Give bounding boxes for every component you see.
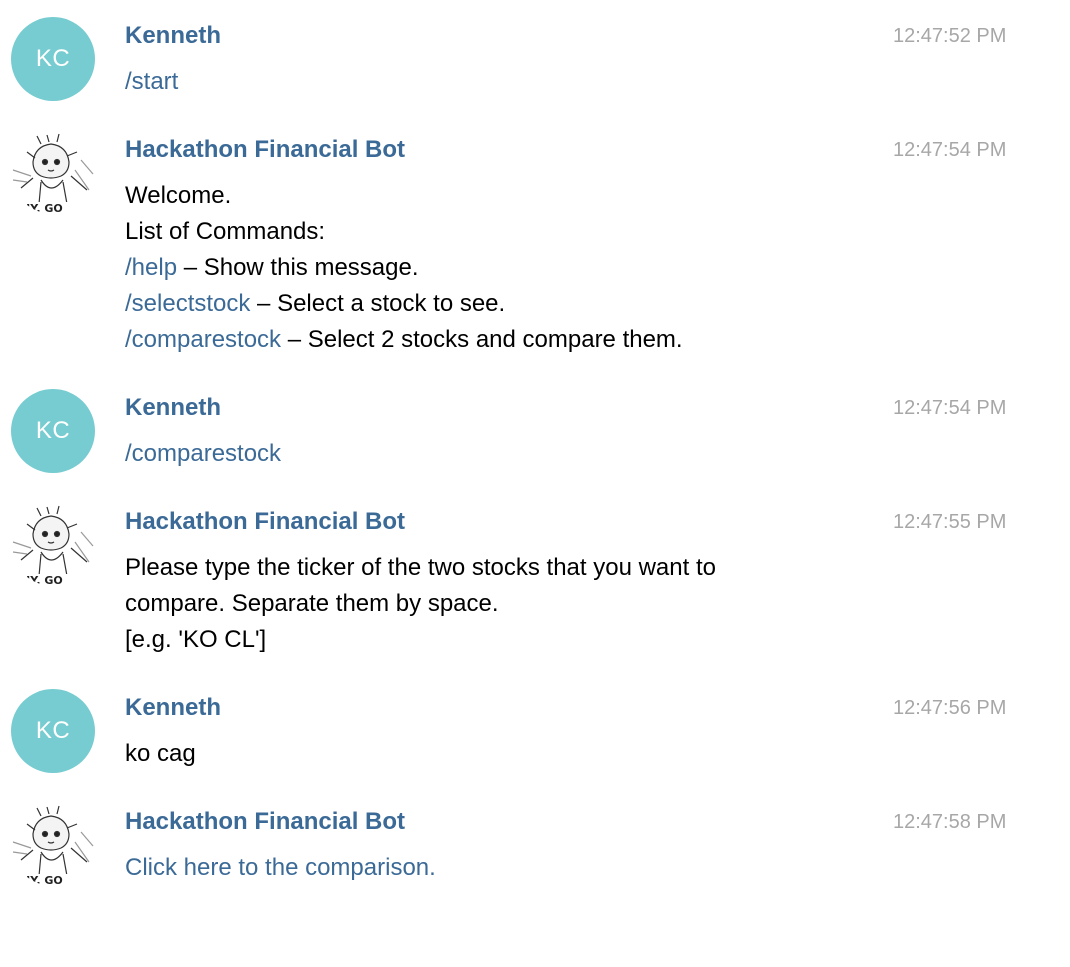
message-bot-prompt: HY. GO Hackathon Financial Bot 12:47:55 … — [0, 486, 1070, 676]
sender-name[interactable]: Kenneth — [125, 20, 221, 52]
manga-character-avatar-icon: HY. GO — [11, 802, 95, 886]
message-line: /comparestock – Select 2 stocks and comp… — [125, 322, 683, 358]
message-body: Welcome. List of Commands: /help – Show … — [125, 178, 683, 358]
message-line: [e.g. 'KO CL'] — [125, 626, 267, 653]
message-time: 12:47:54 PM — [893, 139, 1007, 161]
message-line: /selectstock – Select a stock to see. — [125, 286, 683, 322]
svg-text:HY. GO: HY. GO — [21, 874, 63, 886]
sender-name[interactable]: Kenneth — [125, 392, 221, 424]
message-line: compare. Separate them by space. — [125, 590, 499, 617]
sender-name[interactable]: Hackathon Financial Bot — [125, 506, 405, 538]
avatar-initials: KC — [35, 417, 71, 444]
message-kenneth-comparestock: KC Kenneth 12:47:54 PM /comparestock — [0, 372, 1070, 482]
message-body: /start — [125, 64, 178, 100]
avatar-bot[interactable]: HY. GO — [11, 802, 95, 886]
command-description: – Select 2 stocks and compare them. — [281, 326, 683, 353]
avatar-initials: KC — [35, 45, 71, 72]
message-time: 12:47:54 PM — [893, 397, 1007, 419]
avatar-kenneth[interactable]: KC — [11, 689, 95, 773]
manga-character-avatar-icon: HY. GO — [11, 502, 95, 586]
message-line: List of Commands: — [125, 218, 326, 245]
sender-name[interactable]: Hackathon Financial Bot — [125, 134, 405, 166]
chat-history: KC Kenneth 12:47:52 PM /start HY. GO Hac… — [0, 0, 1070, 967]
comparison-link[interactable]: Click here to the comparison. — [125, 854, 436, 881]
message-bot-welcome: HY. GO Hackathon Financial Bot 12:47:54 … — [0, 114, 1070, 374]
message-time: 12:47:55 PM — [893, 511, 1007, 533]
command-description: – Show this message. — [177, 254, 419, 281]
command-link-comparestock[interactable]: /comparestock — [125, 440, 281, 467]
svg-text:HY. GO: HY. GO — [21, 574, 63, 586]
message-time: 12:47:58 PM — [893, 811, 1007, 833]
message-time: 12:47:52 PM — [893, 25, 1007, 47]
message-body: Click here to the comparison. — [125, 850, 436, 886]
command-link-selectstock[interactable]: /selectstock — [125, 290, 250, 317]
message-body: ko cag — [125, 736, 196, 772]
avatar-bot[interactable]: HY. GO — [11, 130, 95, 214]
command-description: – Select a stock to see. — [250, 290, 506, 317]
message-line: Please type the ticker of the two stocks… — [125, 554, 716, 581]
message-line: Welcome. — [125, 182, 232, 209]
message-body: /comparestock — [125, 436, 281, 472]
message-line: ko cag — [125, 740, 196, 767]
command-link-comparestock[interactable]: /comparestock — [125, 326, 281, 353]
message-kenneth-tickers: KC Kenneth 12:47:56 PM ko cag — [0, 672, 1070, 782]
manga-character-avatar-icon: HY. GO — [11, 130, 95, 214]
avatar-kenneth[interactable]: KC — [11, 389, 95, 473]
message-time: 12:47:56 PM — [893, 697, 1007, 719]
command-link-help[interactable]: /help — [125, 254, 177, 281]
svg-text:HY. GO: HY. GO — [21, 202, 63, 214]
message-line: /help – Show this message. — [125, 250, 683, 286]
avatar-initials: KC — [35, 717, 71, 744]
sender-name[interactable]: Hackathon Financial Bot — [125, 806, 405, 838]
command-link-start[interactable]: /start — [125, 68, 178, 95]
avatar-kenneth[interactable]: KC — [11, 17, 95, 101]
message-body: Please type the ticker of the two stocks… — [125, 550, 716, 658]
message-kenneth-start: KC Kenneth 12:47:52 PM /start — [0, 0, 1070, 110]
avatar-bot[interactable]: HY. GO — [11, 502, 95, 586]
sender-name[interactable]: Kenneth — [125, 692, 221, 724]
message-bot-result: HY. GO Hackathon Financial Bot 12:47:58 … — [0, 786, 1070, 896]
